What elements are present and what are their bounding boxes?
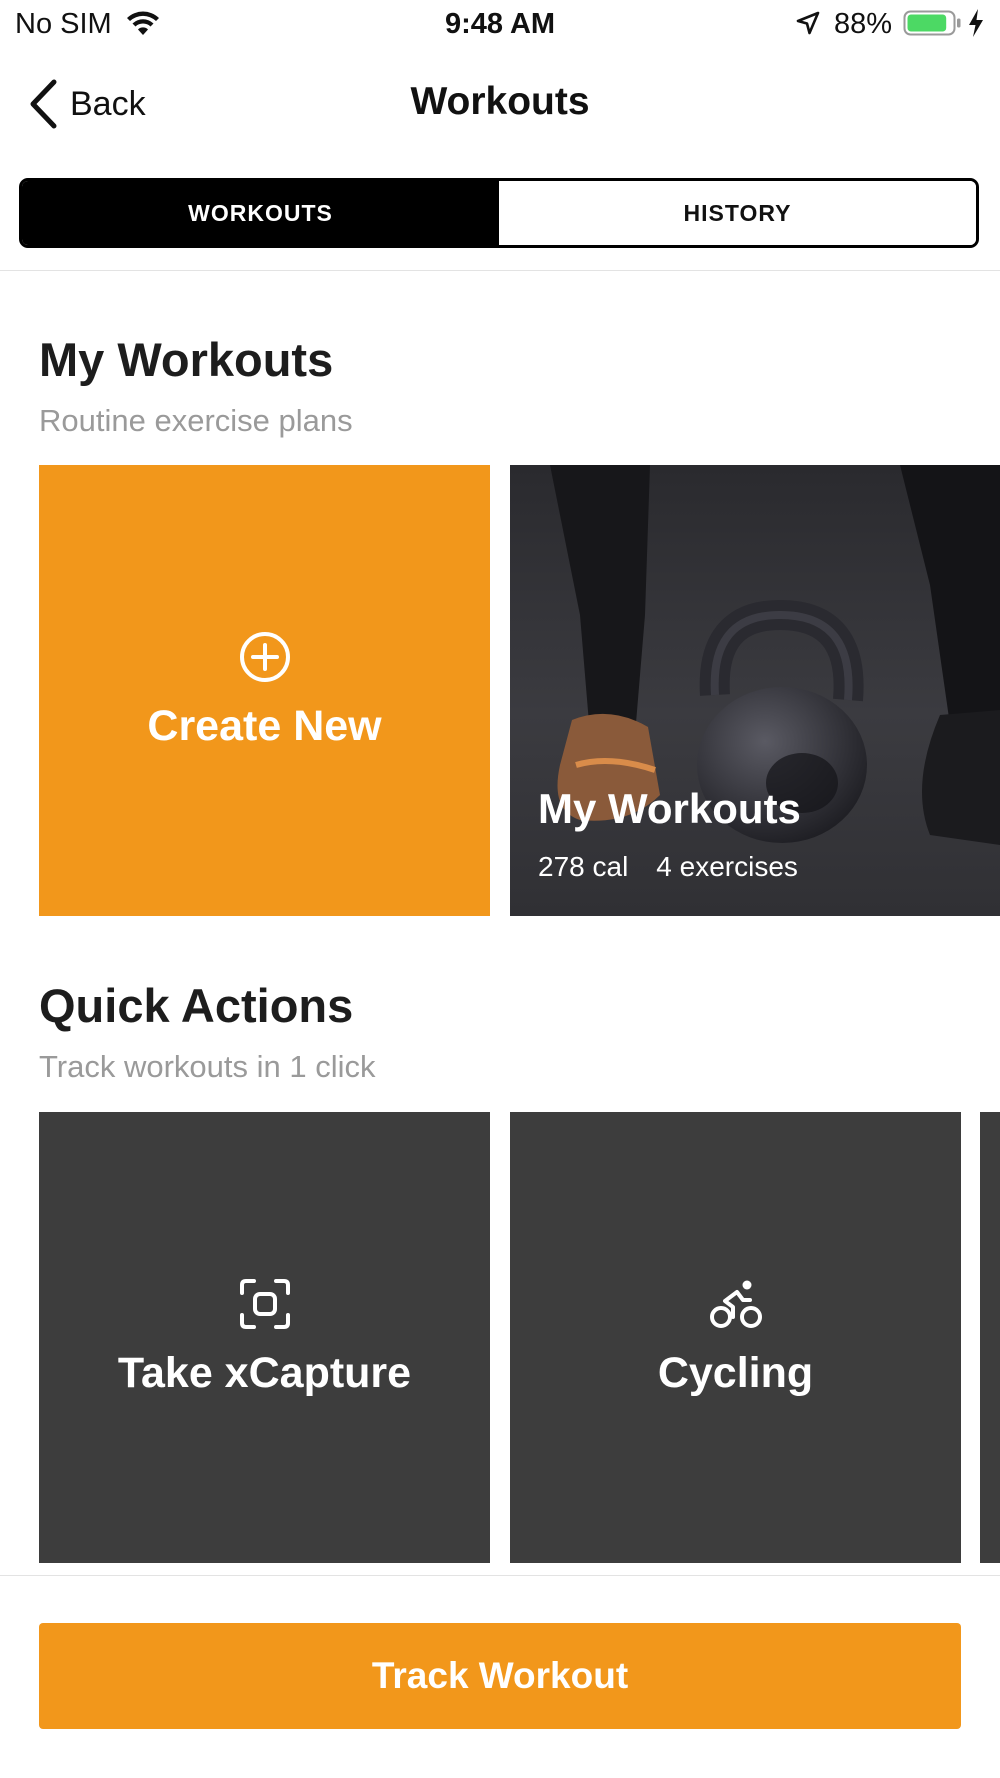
section-subtitle-my-workouts: Routine exercise plans	[39, 403, 353, 438]
next-quick-action-card[interactable]	[980, 1112, 1000, 1563]
my-workouts-card[interactable]: My Workouts 278 cal 4 exercises	[510, 465, 1000, 916]
back-label: Back	[70, 84, 146, 123]
section-title-quick-actions: Quick Actions	[39, 979, 354, 1032]
take-xcapture-card[interactable]: Take xCapture	[39, 1112, 490, 1563]
section-subtitle-quick-actions: Track workouts in 1 click	[39, 1049, 376, 1084]
cycling-icon	[709, 1280, 762, 1328]
divider	[0, 1575, 1000, 1576]
cycling-label: Cycling	[657, 1349, 814, 1397]
create-new-content: Create New	[39, 465, 490, 916]
create-new-card[interactable]: Create New	[39, 465, 490, 916]
tab-workouts[interactable]: WORKOUTS	[22, 181, 499, 245]
back-button[interactable]: Back	[28, 78, 146, 130]
battery-percent: 88%	[834, 8, 893, 40]
plus-circle-icon	[239, 632, 290, 682]
page-title: Workouts	[410, 80, 590, 123]
workout-card-title: My Workouts	[538, 785, 801, 832]
cycling-content: Cycling	[510, 1112, 961, 1563]
track-workout-button[interactable]: Track Workout	[39, 1623, 961, 1729]
segmented-control: WORKOUTS HISTORY	[19, 178, 979, 248]
tab-history[interactable]: HISTORY	[499, 181, 976, 245]
divider	[0, 270, 1000, 271]
workout-calories: 278 cal	[538, 851, 629, 882]
chevron-left-icon	[30, 79, 57, 129]
location-arrow-icon	[796, 11, 820, 35]
workout-card-meta: 278 cal 4 exercises	[538, 851, 798, 883]
capture-frame-icon	[239, 1279, 290, 1329]
section-title-my-workouts: My Workouts	[39, 333, 334, 386]
battery-icon	[903, 10, 961, 36]
status-bar: No SIM 9:48 AM 88%	[0, 0, 1000, 50]
create-new-label: Create New	[147, 702, 382, 750]
kettlebell-photo	[510, 465, 1000, 916]
charging-bolt-icon	[969, 9, 983, 37]
cycling-card[interactable]: Cycling	[510, 1112, 961, 1563]
take-xcapture-content: Take xCapture	[39, 1112, 490, 1563]
take-xcapture-label: Take xCapture	[117, 1349, 412, 1397]
workout-exercise-count: 4 exercises	[656, 851, 798, 882]
